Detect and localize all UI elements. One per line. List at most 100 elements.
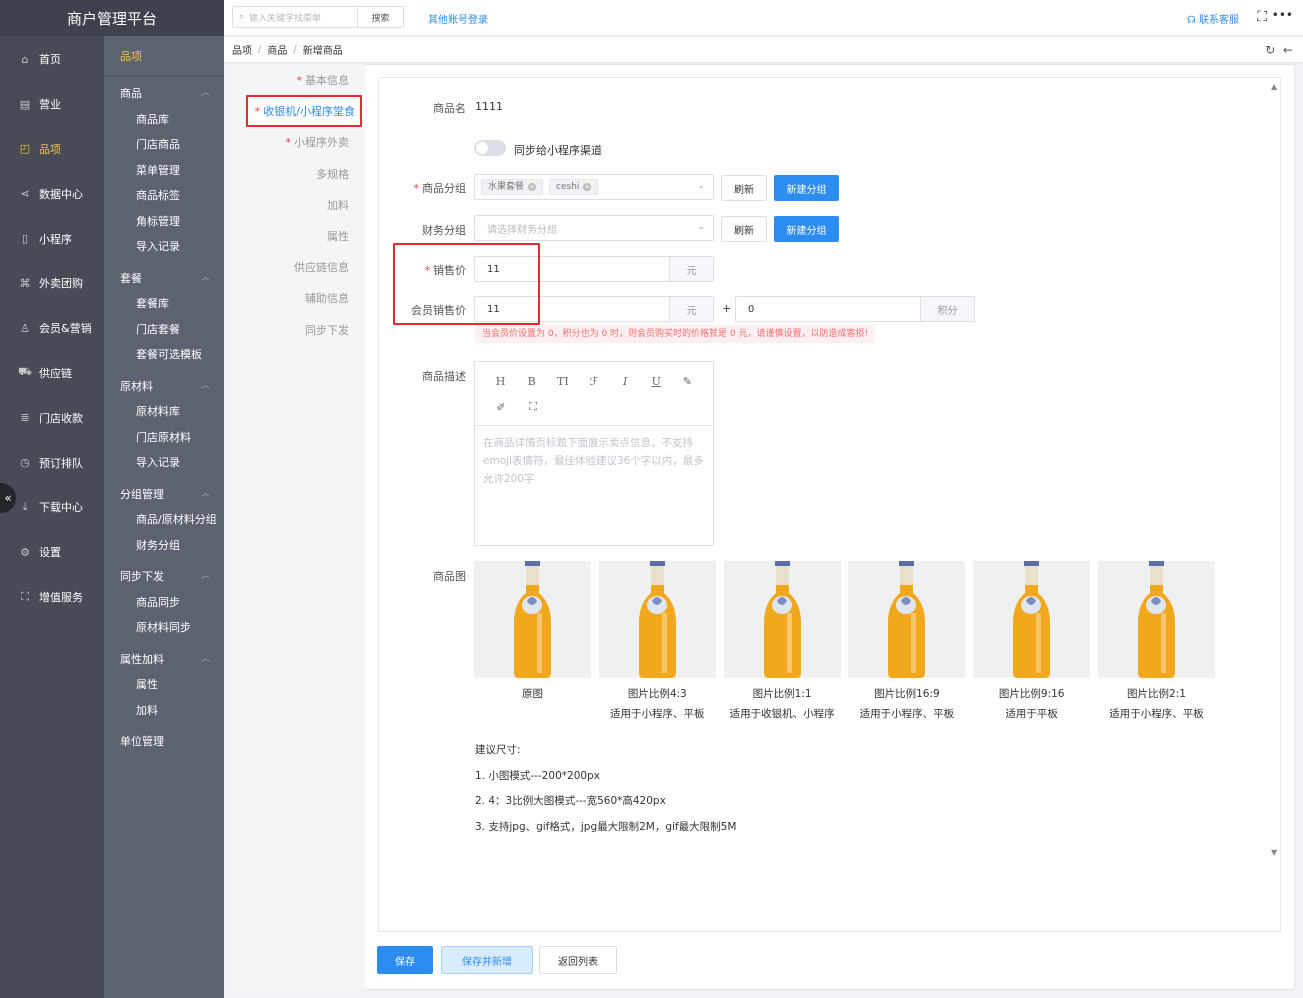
- submenu-item[interactable]: 商品标签: [104, 183, 224, 209]
- submenu-item[interactable]: 商品同步: [104, 590, 224, 616]
- step-item[interactable]: 多规格: [232, 159, 365, 190]
- sale-price-input[interactable]: 11 元: [474, 256, 714, 282]
- submenu-item[interactable]: 导入记录: [104, 450, 224, 476]
- sidebar-item[interactable]: ≣ 门店收款: [0, 395, 104, 440]
- refresh-icon[interactable]: ↻: [1265, 43, 1275, 57]
- italic-icon[interactable]: I: [610, 375, 641, 388]
- sidebar-item[interactable]: ▤ 营业: [0, 82, 104, 127]
- breadcrumb-item[interactable]: 品项: [232, 42, 252, 57]
- heading-icon[interactable]: H: [485, 375, 516, 388]
- submenu-item[interactable]: 门店套餐: [104, 317, 224, 343]
- refresh-finance-button[interactable]: 刷新: [721, 216, 767, 242]
- product-image[interactable]: [848, 561, 966, 678]
- brush-icon[interactable]: ✐: [485, 401, 517, 414]
- step-item[interactable]: 属性: [232, 221, 365, 252]
- step-item[interactable]: 加料: [232, 190, 365, 221]
- fullscreen-editor-icon[interactable]: ⛶: [517, 400, 549, 414]
- bold-icon[interactable]: B: [516, 375, 547, 388]
- size-tips: 建议尺寸: 1. 小图模式---200*200px 2. 4：3比例大图模式--…: [475, 738, 736, 841]
- submenu-group[interactable]: 单位管理: [104, 729, 224, 755]
- sidebar-item[interactable]: ⛟ 供应链: [0, 351, 104, 396]
- sidebar-item[interactable]: ◰ 品项: [0, 127, 104, 172]
- member-price-input[interactable]: 11 元: [474, 296, 714, 322]
- font-size-icon[interactable]: TI: [547, 375, 578, 388]
- breadcrumb-item[interactable]: 商品: [267, 42, 287, 57]
- step-item[interactable]: 同步下发: [232, 315, 365, 346]
- submenu-group[interactable]: 属性加料 ︿: [104, 647, 224, 673]
- submenu-item[interactable]: 门店原材料: [104, 425, 224, 451]
- finance-group-select[interactable]: 请选择财务分组 ⌄: [474, 215, 714, 241]
- submenu-item[interactable]: 加料: [104, 698, 224, 724]
- sidebar-item[interactable]: ⤓ 下载中心: [0, 485, 104, 530]
- step-item[interactable]: 供应链信息: [232, 252, 365, 283]
- fullscreen-icon[interactable]: ⛶: [1257, 9, 1267, 25]
- sidebar-item[interactable]: ⌂ 首页: [0, 37, 104, 82]
- submenu-item[interactable]: 套餐可选模板: [104, 342, 224, 368]
- menu-search-input[interactable]: ⌕ 输入关键字找菜单: [233, 7, 357, 27]
- submenu-item[interactable]: 门店商品: [104, 132, 224, 158]
- submenu-item[interactable]: 商品/原材料分组: [104, 507, 224, 533]
- image-usage-caption: 适用于小程序、平板: [859, 708, 955, 720]
- product-image-item[interactable]: 原图: [474, 561, 591, 704]
- scroll-down-icon[interactable]: ▼: [1271, 848, 1277, 857]
- contact-support-link[interactable]: ☊ 联系客服: [1187, 11, 1239, 26]
- submenu-group[interactable]: 分组管理 ︿: [104, 482, 224, 508]
- sidebar-item[interactable]: ⚙ 设置: [0, 530, 104, 575]
- font-family-icon[interactable]: ℱ: [578, 375, 609, 388]
- submenu-item[interactable]: 套餐库: [104, 291, 224, 317]
- back-to-list-button[interactable]: 返回列表: [539, 946, 617, 974]
- product-image[interactable]: [474, 561, 591, 678]
- step-item[interactable]: * 基本信息: [232, 65, 365, 96]
- product-image[interactable]: [723, 561, 841, 678]
- sidebar-item[interactable]: ⌘ 外卖团购: [0, 261, 104, 306]
- tag-close-icon[interactable]: ×: [583, 183, 592, 191]
- strikethrough-icon[interactable]: ✎: [672, 375, 703, 388]
- submenu-group[interactable]: 原材料 ︿: [104, 374, 224, 400]
- submenu-item[interactable]: 商品库: [104, 107, 224, 133]
- new-finance-group-button[interactable]: 新建分组: [774, 216, 839, 242]
- product-image-item[interactable]: 图片比例9:16 适用于平板: [973, 561, 1091, 724]
- product-image-item[interactable]: 图片比例2:1 适用于小程序、平板: [1098, 561, 1215, 724]
- product-image[interactable]: [973, 561, 1091, 678]
- save-and-new-button[interactable]: 保存并新增: [441, 946, 533, 974]
- save-button[interactable]: 保存: [377, 946, 433, 974]
- step-item[interactable]: 辅助信息: [232, 283, 365, 314]
- submenu-item[interactable]: 原材料同步: [104, 615, 224, 641]
- tag-close-icon[interactable]: ×: [528, 183, 537, 191]
- submenu-group[interactable]: 同步下发 ︿: [104, 564, 224, 590]
- sidebar-item[interactable]: ♙ 会员&营销: [0, 306, 104, 351]
- step-item[interactable]: * 小程序外卖: [232, 127, 365, 158]
- sidebar-item[interactable]: ▯ 小程序: [0, 216, 104, 261]
- submenu-group[interactable]: 商品 ︿: [104, 81, 224, 107]
- member-points-input[interactable]: 0 积分: [735, 296, 975, 322]
- product-image[interactable]: [598, 561, 716, 678]
- step-item[interactable]: * 收银机/小程序堂食: [246, 96, 365, 128]
- submenu-item[interactable]: 导入记录: [104, 234, 224, 260]
- submenu-group[interactable]: 套餐 ︿: [104, 266, 224, 292]
- refresh-group-button[interactable]: 刷新: [721, 175, 767, 201]
- group-tag: ceshi ×: [549, 179, 599, 195]
- product-image-item[interactable]: 图片比例16:9 适用于小程序、平板: [848, 561, 966, 724]
- sidebar-item[interactable]: ⛶ 增值服务: [0, 575, 104, 620]
- submenu-item[interactable]: 角标管理: [104, 209, 224, 235]
- back-arrow-icon[interactable]: ←: [1283, 43, 1293, 57]
- product-image-item[interactable]: 图片比例1:1 适用于收银机、小程序: [723, 561, 841, 724]
- submenu-item[interactable]: 菜单管理: [104, 158, 224, 184]
- sidebar-item[interactable]: ⋖ 数据中心: [0, 171, 104, 216]
- submenu-item[interactable]: 原材料库: [104, 399, 224, 425]
- new-group-button[interactable]: 新建分组: [774, 175, 839, 201]
- search-button[interactable]: 搜索: [357, 7, 403, 27]
- submenu-item[interactable]: 财务分组: [104, 533, 224, 559]
- sync-miniprogram-toggle[interactable]: [474, 140, 506, 156]
- other-account-login-link[interactable]: 其他账号登录: [428, 11, 488, 26]
- product-group-select[interactable]: 水果套餐 × ceshi × ⌄: [474, 174, 714, 200]
- sidebar-item[interactable]: ◷ 预订排队: [0, 440, 104, 485]
- product-image[interactable]: [1098, 561, 1215, 678]
- description-textarea[interactable]: 在商品详情页标题下面展示卖点信息，不支持emoji表情符，最佳体验建议36个字以…: [475, 426, 713, 496]
- top-bar: ⌕ 输入关键字找菜单 搜索 其他账号登录 ☊ 联系客服 ⛶ •••: [224, 0, 1303, 36]
- underline-icon[interactable]: U: [641, 375, 672, 388]
- scroll-up-icon[interactable]: ▲: [1271, 82, 1277, 91]
- submenu-item[interactable]: 属性: [104, 672, 224, 698]
- more-icon[interactable]: •••: [1272, 8, 1293, 22]
- product-image-item[interactable]: 图片比例4:3 适用于小程序、平板: [598, 561, 716, 724]
